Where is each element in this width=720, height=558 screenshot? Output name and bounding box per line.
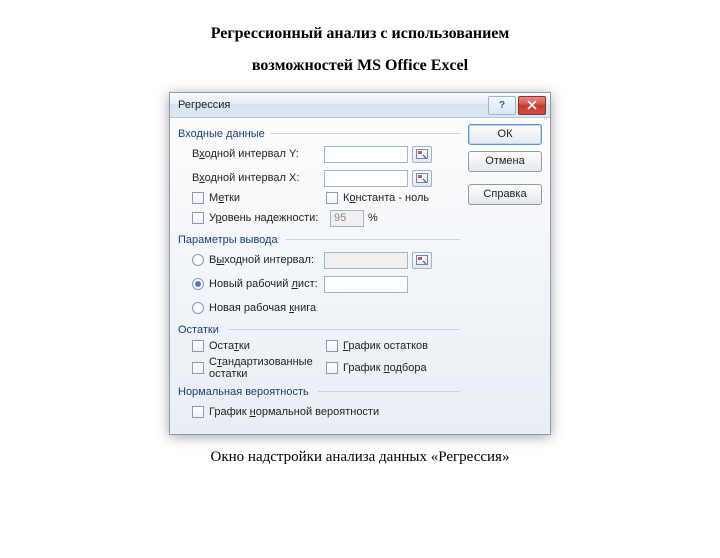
ok-button[interactable]: ОК [468, 124, 542, 145]
figure-caption: Окно надстройки анализа данных «Регресси… [0, 449, 720, 466]
label-confidence: Уровень надежности: [209, 212, 318, 224]
range-select-x-button[interactable] [412, 170, 432, 187]
checkbox-residuals[interactable] [192, 340, 204, 352]
row-output-book: Новая рабочая книга [178, 296, 460, 320]
label-output-sheet: Новый рабочий лист: [209, 278, 318, 290]
radio-output-sheet[interactable] [192, 278, 204, 290]
input-x[interactable] [324, 170, 408, 187]
row-normal-plot: График нормальной вероятности [178, 400, 460, 424]
row-resid-pair2: Стандартизованные остатки График подбора [178, 354, 460, 382]
group-header-normal: Нормальная вероятность [178, 382, 460, 400]
row-confidence: Уровень надежности: 95 % [178, 206, 460, 230]
input-y[interactable] [324, 146, 408, 163]
checkbox-resid-plot[interactable] [326, 340, 338, 352]
label-input-x: Входной интервал X: [192, 172, 324, 184]
label-labels-chk: Метки [209, 192, 240, 204]
range-icon [416, 149, 428, 159]
input-confidence[interactable]: 95 [330, 210, 364, 227]
label-std-residuals: Стандартизованные остатки [209, 356, 326, 380]
label-output-range: Выходной интервал: [209, 254, 314, 266]
checkbox-std-residuals[interactable] [192, 362, 204, 374]
label-percent: % [368, 212, 378, 224]
group-header-output: Параметры вывода [178, 230, 460, 248]
checkbox-fit-plot[interactable] [326, 362, 338, 374]
checkbox-labels[interactable] [192, 192, 204, 204]
titlebar[interactable]: Регрессия ? [170, 93, 550, 118]
page-title-line1: Регрессионный анализ с использованием [0, 18, 720, 50]
row-output-sheet: Новый рабочий лист: [178, 272, 460, 296]
cancel-button[interactable]: Отмена [468, 151, 542, 172]
range-select-output-button[interactable] [412, 252, 432, 269]
label-output-book: Новая рабочая книга [209, 302, 316, 314]
row-input-x: Входной интервал X: [178, 166, 460, 190]
radio-output-book[interactable] [192, 302, 204, 314]
regression-dialog: Регрессия ? Входные данные Входной интер… [169, 92, 551, 435]
dialog-title: Регрессия [178, 99, 486, 111]
row-output-range: Выходной интервал: [178, 248, 460, 272]
checkbox-normal-plot[interactable] [192, 406, 204, 418]
group-header-residuals: Остатки [178, 320, 460, 338]
label-resid-plot: График остатков [343, 340, 428, 352]
row-resid-pair1: Остатки График остатков [178, 338, 460, 354]
checkbox-confidence[interactable] [192, 212, 204, 224]
range-icon [416, 173, 428, 183]
label-residuals: Остатки [209, 340, 250, 352]
group-header-input: Входные данные [178, 124, 460, 142]
input-output-range[interactable] [324, 252, 408, 269]
page-title: Регрессионный анализ с использованием во… [0, 18, 720, 82]
close-button[interactable] [518, 96, 546, 115]
input-output-sheet[interactable] [324, 276, 408, 293]
row-labels-const: Метки Константа - ноль [178, 190, 460, 206]
radio-output-range[interactable] [192, 254, 204, 266]
close-icon [527, 100, 537, 110]
button-column: ОК Отмена Справка [468, 124, 542, 424]
row-input-y: Входной интервал Y: [178, 142, 460, 166]
label-normal-plot: График нормальной вероятности [209, 406, 379, 418]
range-icon [416, 255, 428, 265]
checkbox-const-zero[interactable] [326, 192, 338, 204]
page-title-line2: возможностей MS Office Excel [0, 50, 720, 82]
help-icon[interactable]: ? [488, 96, 516, 115]
help-button[interactable]: Справка [468, 184, 542, 205]
label-const-chk: Константа - ноль [343, 192, 429, 204]
range-select-y-button[interactable] [412, 146, 432, 163]
label-fit-plot: График подбора [343, 362, 427, 374]
label-input-y: Входной интервал Y: [192, 148, 324, 160]
